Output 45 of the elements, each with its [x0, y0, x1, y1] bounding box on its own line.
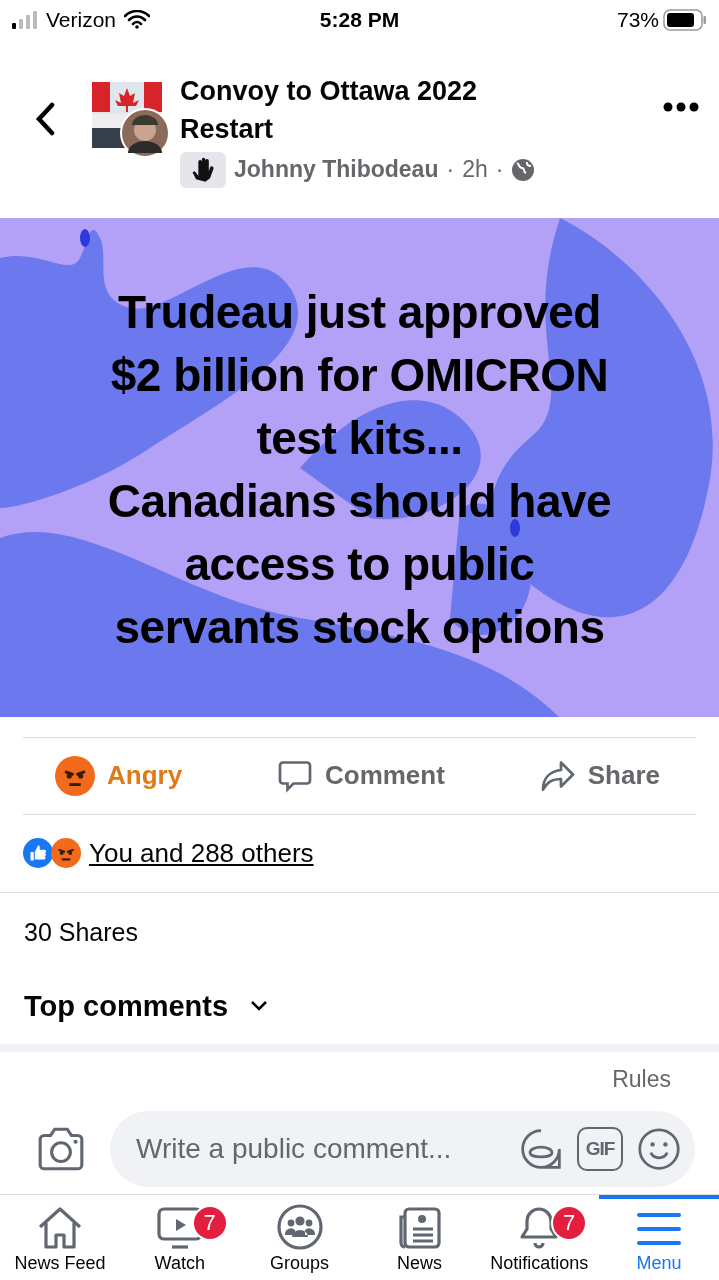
image-caption-line: test kits... [256, 411, 463, 467]
clock-time: 5:28 PM [319, 7, 400, 32]
angry-face-icon [55, 755, 95, 796]
comments-filter-dropdown[interactable]: Top comments [0, 972, 719, 1041]
shares-count: 30 Shares [24, 918, 138, 948]
author-avatar-icon [120, 107, 170, 158]
separator-dot: · [446, 156, 455, 184]
tab-bar-item[interactable]: News Feed [0, 1195, 120, 1280]
tab-bar-item[interactable]: Menu [599, 1195, 719, 1280]
comment-button[interactable]: Comment [276, 757, 445, 794]
smiley-icon[interactable] [637, 1127, 681, 1172]
image-caption-line: $2 billion for OMICRON [110, 348, 609, 404]
tab-bar-item[interactable]: Notifications 7 [479, 1195, 600, 1280]
separator-dot: · [495, 156, 504, 184]
tab-bar-item[interactable]: Watch 7 [119, 1195, 240, 1280]
wave-badge [180, 151, 226, 188]
battery-percentage: 73% [616, 7, 659, 32]
image-caption-line: Canadians should have [107, 474, 612, 530]
tab-bar-item[interactable]: Groups [239, 1195, 360, 1280]
globe-icon [511, 157, 536, 182]
group-name[interactable]: Convoy to Ottawa 2022 Restart [180, 71, 560, 148]
share-button[interactable]: Share [539, 758, 660, 793]
rules-link[interactable]: Rules [612, 1066, 671, 1105]
image-caption-line: access to public [184, 537, 535, 593]
share-arrow-icon [539, 758, 576, 793]
battery-icon [663, 8, 707, 31]
reactions-link[interactable]: You and 288 others [89, 837, 314, 869]
comment-input-field[interactable]: Write a public comment... GIF [110, 1111, 695, 1188]
notification-badge: 7 [191, 1205, 228, 1242]
tab-bar-item[interactable]: News [359, 1195, 480, 1280]
image-caption-line: Trudeau just approved [118, 285, 601, 341]
wifi-icon [124, 10, 151, 30]
like-reaction-icon [23, 838, 53, 869]
carrier-name: Verizon [46, 7, 117, 32]
chevron-down-icon [250, 1000, 269, 1013]
sticker-icon[interactable] [519, 1127, 563, 1172]
camera-icon[interactable] [36, 1127, 86, 1172]
signal-icon [12, 10, 38, 29]
notification-badge: 7 [551, 1205, 588, 1242]
image-caption-line: servants stock options [114, 600, 605, 656]
author-name[interactable]: Johnny Thibodeau [234, 156, 439, 184]
gif-button[interactable]: GIF [577, 1127, 623, 1172]
groups-icon [275, 1203, 324, 1251]
post-time: 2h [462, 156, 488, 184]
angry-reaction-icon [51, 838, 81, 869]
